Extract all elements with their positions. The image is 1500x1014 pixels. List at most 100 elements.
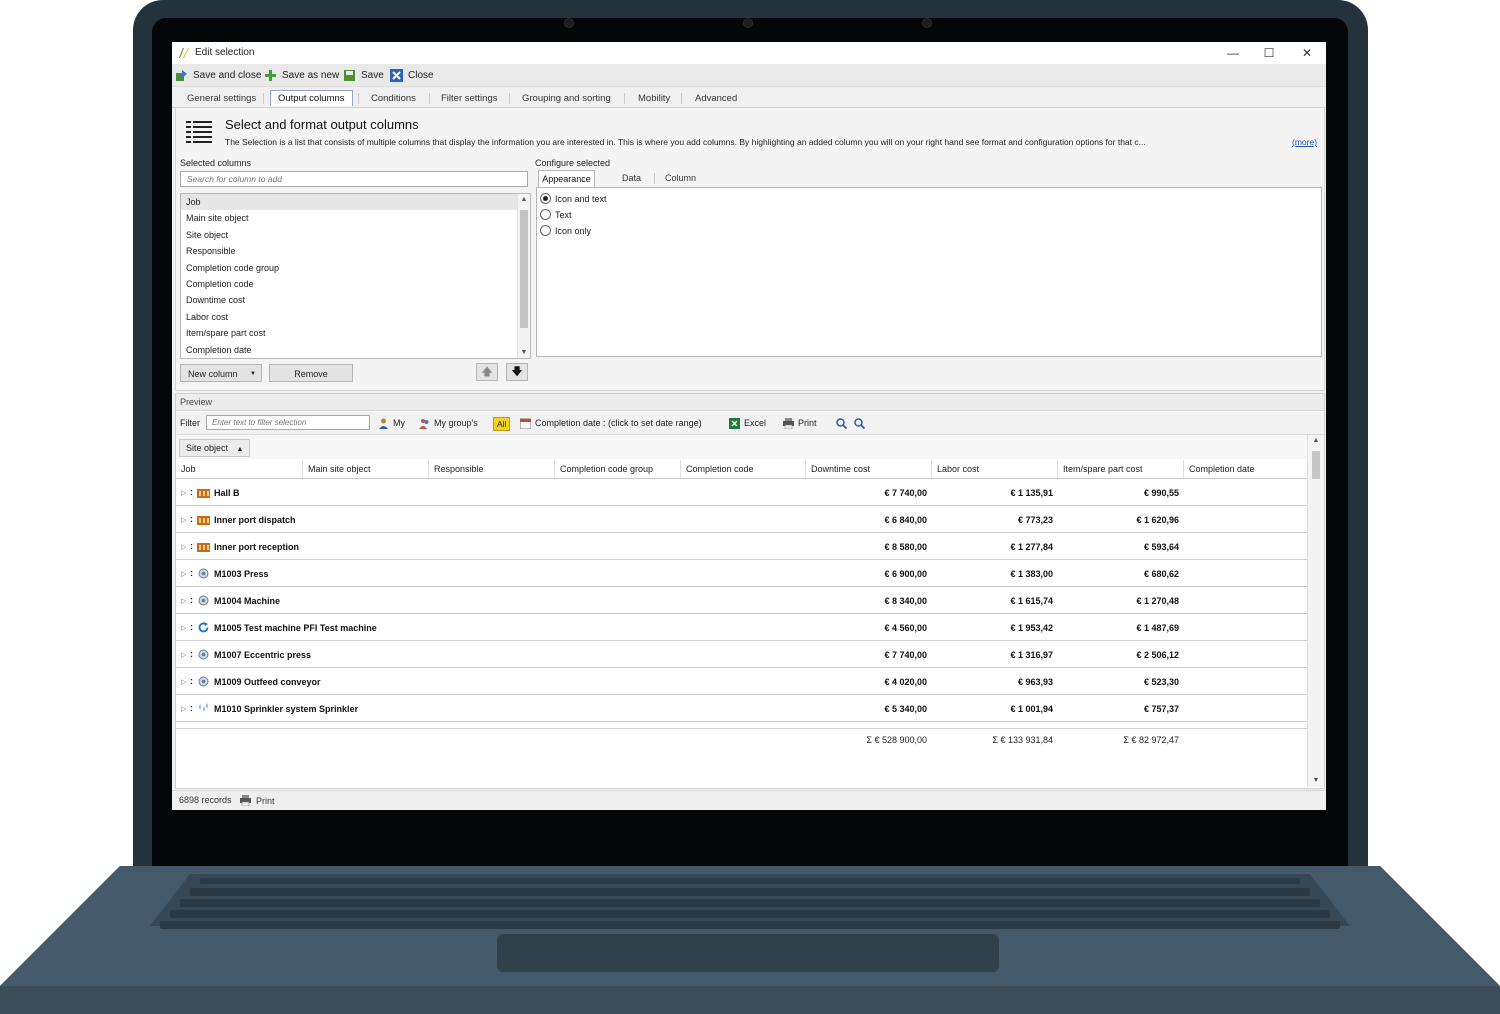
row-downtime-cost: € 7 740,00 <box>884 650 927 660</box>
list-item[interactable]: Completion code <box>181 276 530 292</box>
list-scrollbar[interactable]: ▲ ▼ <box>517 194 530 358</box>
scroll-thumb[interactable] <box>520 210 528 328</box>
close-button[interactable]: Close <box>390 67 434 83</box>
group-by-site-object[interactable]: Site object ▲ <box>179 439 251 457</box>
save-and-close-button[interactable]: Save and close <box>175 67 261 83</box>
tab-output-columns[interactable]: Output columns <box>270 90 353 106</box>
table-row[interactable]: ▷: Inner port reception € 8 580,00 € 1 2… <box>176 533 1307 560</box>
column-header-completion-code[interactable]: Completion code <box>680 460 806 478</box>
tab-column[interactable]: Column <box>655 170 706 187</box>
row-colon: : <box>190 514 193 524</box>
machine-icon <box>198 676 209 687</box>
column-header-labor-cost[interactable]: Labor cost <box>931 460 1057 478</box>
remove-button[interactable]: Remove <box>269 364 353 382</box>
list-item[interactable]: Site object <box>181 227 530 243</box>
table-row[interactable]: ▷: Hall B € 7 740,00 € 1 135,91 € 990,55 <box>176 479 1307 506</box>
table-row[interactable]: ▷: M1004 Machine € 8 340,00 € 1 615,74 €… <box>176 587 1307 614</box>
column-header-item-spare-part-cost[interactable]: Item/spare part cost <box>1057 460 1183 478</box>
scroll-up-icon[interactable]: ▲ <box>519 196 529 203</box>
preview-scrollbar[interactable]: ▲ ▼ <box>1307 435 1324 787</box>
table-row[interactable]: ▷: M1003 Press € 6 900,00 € 1 383,00 € 6… <box>176 560 1307 587</box>
column-header-job[interactable]: Job <box>176 460 302 478</box>
table-row[interactable]: ▷: M1009 Outfeed conveyor € 4 020,00 € 9… <box>176 668 1307 695</box>
tab-general-settings[interactable]: General settings <box>180 91 263 106</box>
table-row[interactable]: ▷: M1007 Eccentric press € 7 740,00 € 1 … <box>176 641 1307 668</box>
title-bar: Edit selection — ☐ ✕ <box>172 42 1326 64</box>
more-link[interactable]: (more) <box>1292 137 1317 147</box>
zoom-out-button[interactable] <box>854 416 869 430</box>
expand-icon[interactable]: ▷ <box>181 543 186 551</box>
close-window-button[interactable]: ✕ <box>1289 44 1325 62</box>
expand-icon[interactable]: ▷ <box>181 516 186 524</box>
option-text[interactable]: Text <box>540 209 572 220</box>
list-item[interactable]: Labor cost <box>181 309 530 325</box>
option-icon-and-text[interactable]: Icon and text <box>540 193 607 204</box>
column-header-downtime-cost[interactable]: Downtime cost <box>805 460 931 478</box>
scroll-thumb[interactable] <box>1312 451 1320 479</box>
list-item[interactable]: Downtime cost <box>181 292 530 308</box>
table-row[interactable]: ▷: M1005 Test machine PFI Test machine €… <box>176 614 1307 641</box>
list-item[interactable]: Item/spare part cost <box>181 325 530 341</box>
expand-icon[interactable]: ▷ <box>181 678 186 686</box>
column-header-completion-date[interactable]: Completion date <box>1183 460 1307 478</box>
row-item-cost: € 1 620,96 <box>1136 515 1179 525</box>
tab-filter-settings[interactable]: Filter settings <box>434 91 505 106</box>
list-item[interactable]: Completion date <box>181 342 530 358</box>
option-icon-only[interactable]: Icon only <box>540 225 591 236</box>
column-header-main-site-object[interactable]: Main site object <box>302 460 428 478</box>
tab-conditions[interactable]: Conditions <box>364 91 423 106</box>
tab-grouping-and-sorting[interactable]: Grouping and sorting <box>515 91 618 106</box>
tab-advanced[interactable]: Advanced <box>688 91 744 106</box>
selected-columns-list: Job Main site object Site object Respons… <box>180 193 531 359</box>
scroll-up-icon[interactable]: ▲ <box>1311 437 1321 444</box>
window-title: Edit selection <box>195 47 255 58</box>
print-button[interactable]: Print <box>783 416 817 430</box>
all-filter-button[interactable]: All <box>493 417 511 431</box>
my-filter-button[interactable]: My <box>378 416 405 430</box>
tab-mobility[interactable]: Mobility <box>631 91 677 106</box>
move-down-button[interactable]: 🡇 <box>506 363 528 381</box>
list-item[interactable]: Job <box>181 194 530 211</box>
list-item[interactable]: Completion code group <box>181 260 530 276</box>
column-search-input[interactable] <box>180 171 528 187</box>
expand-icon[interactable]: ▷ <box>181 597 186 605</box>
radio-unchecked-icon <box>540 225 551 236</box>
save-close-icon <box>176 69 187 81</box>
app-logo-icon <box>179 48 189 58</box>
expand-icon[interactable]: ▷ <box>181 651 186 659</box>
list-item[interactable]: Main site object <box>181 210 530 226</box>
row-labor-cost: € 773,23 <box>1017 515 1053 525</box>
close-icon <box>390 68 403 82</box>
list-item[interactable]: Responsible <box>181 243 530 259</box>
row-downtime-cost: € 7 740,00 <box>884 488 927 498</box>
sensor-dot <box>922 18 932 28</box>
status-print-button[interactable]: Print <box>240 795 275 806</box>
completion-date-filter[interactable]: Completion date : (click to set date ran… <box>520 416 702 430</box>
scroll-down-icon[interactable]: ▼ <box>1311 777 1321 784</box>
save-as-new-button[interactable]: Save as new <box>264 67 339 83</box>
tab-appearance[interactable]: Appearance <box>538 170 595 188</box>
column-header-responsible[interactable]: Responsible <box>428 460 554 478</box>
expand-icon[interactable]: ▷ <box>181 624 186 632</box>
column-header-completion-code-group[interactable]: Completion code group <box>554 460 680 478</box>
zoom-in-button[interactable] <box>836 416 851 430</box>
table-row[interactable]: ▷: Inner port dispatch € 6 840,00 € 773,… <box>176 506 1307 533</box>
my-groups-filter-button[interactable]: My group's <box>419 416 478 430</box>
maximize-button[interactable]: ☐ <box>1251 44 1287 62</box>
scroll-down-icon[interactable]: ▼ <box>519 349 529 356</box>
new-column-button[interactable]: New column ▼ <box>180 364 262 382</box>
tab-separator <box>681 93 682 104</box>
expand-icon[interactable]: ▷ <box>181 705 186 713</box>
sensor-dot <box>564 18 574 28</box>
excel-export-button[interactable]: Excel <box>729 416 766 430</box>
filter-input[interactable] <box>206 415 370 430</box>
table-row[interactable]: ▷: M1010 Sprinkler system Sprinkler € 5 … <box>176 695 1307 722</box>
expand-icon[interactable]: ▷ <box>181 489 186 497</box>
tab-data[interactable]: Data <box>612 170 651 187</box>
save-button[interactable]: Save <box>343 67 384 83</box>
arrow-down-icon: 🡇 <box>511 366 523 378</box>
minimize-button[interactable]: — <box>1215 44 1251 62</box>
expand-icon[interactable]: ▷ <box>181 570 186 578</box>
excel-icon <box>729 417 740 429</box>
move-up-button[interactable]: 🡅 <box>476 363 498 381</box>
